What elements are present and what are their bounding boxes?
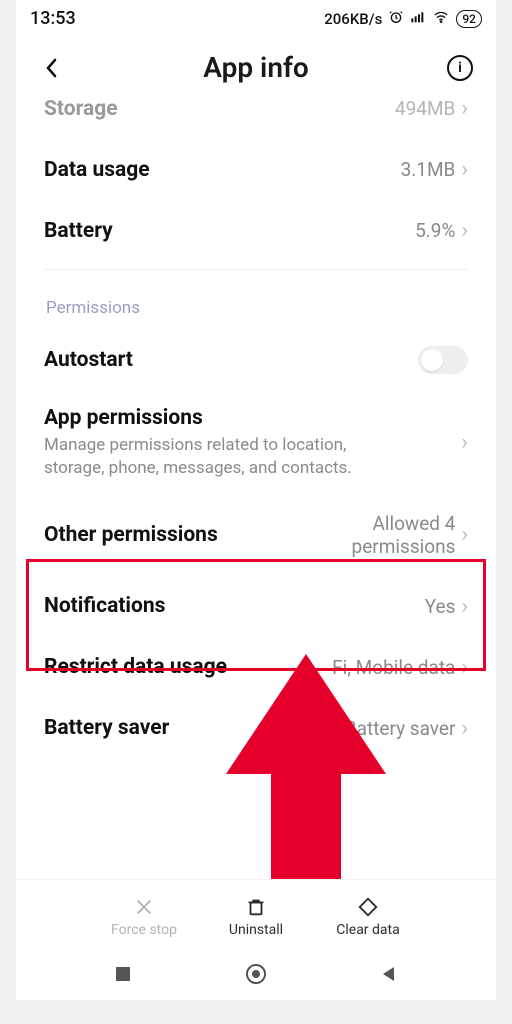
wifi-icon (432, 9, 450, 29)
status-net-speed: 206KB/s (324, 10, 382, 28)
row-value: Allowed 4 permissions (315, 512, 455, 558)
row-value: MIUI Battery saver (301, 717, 456, 740)
action-clear-data[interactable]: Clear data (330, 894, 406, 938)
signal-icon (410, 9, 426, 29)
page-title: App info (203, 51, 309, 84)
action-label: Force stop (111, 922, 177, 938)
row-value: 5.9% (415, 219, 455, 242)
section-header-permissions: Permissions (20, 270, 492, 328)
phone-frame: 13:53 206KB/s 92 App info i Storage (16, 0, 496, 1000)
nav-bar (16, 946, 496, 1000)
row-value: Fi, Mobile data (332, 656, 455, 679)
alarm-icon (388, 9, 404, 29)
row-restrict-data[interactable]: Restrict data usage Fi, Mobile data › (20, 637, 492, 698)
row-data-usage[interactable]: Data usage 3.1MB › (20, 139, 492, 200)
row-autostart[interactable]: Autostart (20, 328, 492, 392)
row-label: Notifications (44, 594, 165, 618)
row-other-permissions[interactable]: Other permissions Allowed 4 permissions … (20, 494, 492, 576)
row-label: App permissions (44, 406, 392, 430)
action-label: Clear data (336, 922, 399, 938)
status-bar: 13:53 206KB/s 92 (16, 0, 496, 33)
row-sublabel: Manage permissions related to location, … (44, 434, 392, 480)
chevron-right-icon: › (461, 218, 468, 243)
row-label: Storage (44, 97, 118, 121)
eraser-icon (356, 894, 380, 920)
nav-home-button[interactable] (242, 960, 270, 988)
action-force-stop: Force stop (106, 894, 182, 938)
chevron-right-icon: › (461, 430, 468, 455)
nav-recent-button[interactable] (109, 960, 137, 988)
action-uninstall[interactable]: Uninstall (218, 894, 294, 938)
status-right: 206KB/s 92 (324, 9, 482, 29)
content: Storage 494MB › Data usage 3.1MB › Batte… (16, 96, 496, 879)
row-label: Data usage (44, 158, 150, 182)
row-label: Other permissions (44, 523, 218, 547)
info-icon: i (447, 55, 473, 81)
action-label: Uninstall (229, 922, 283, 938)
chevron-right-icon: › (461, 716, 468, 741)
status-time: 13:53 (30, 8, 76, 29)
row-value: Yes (425, 595, 456, 618)
row-battery[interactable]: Battery 5.9% › (20, 200, 492, 261)
row-value: 3.1MB (401, 158, 456, 181)
chevron-right-icon: › (461, 655, 468, 680)
row-notifications[interactable]: Notifications Yes › (20, 576, 492, 637)
row-label: Battery (44, 219, 113, 243)
row-value: 494MB (395, 97, 455, 120)
close-icon (133, 894, 155, 920)
row-label: Autostart (44, 348, 133, 372)
nav-back-button[interactable] (375, 960, 403, 988)
title-bar: App info i (16, 33, 496, 96)
trash-icon (245, 894, 267, 920)
chevron-right-icon: › (461, 157, 468, 182)
chevron-right-icon: › (461, 522, 468, 547)
battery-icon: 92 (456, 10, 482, 28)
back-button[interactable] (38, 54, 66, 82)
chevron-right-icon: › (461, 594, 468, 619)
row-label: Restrict data usage (44, 655, 227, 679)
autostart-toggle[interactable] (418, 346, 468, 374)
row-battery-saver[interactable]: Battery saver MIUI Battery saver › (20, 698, 492, 747)
action-bar: Force stop Uninstall Clear data (16, 879, 496, 946)
row-label: Battery saver (44, 716, 169, 740)
chevron-right-icon: › (461, 96, 468, 121)
row-storage[interactable]: Storage 494MB › (20, 96, 492, 139)
info-button[interactable]: i (446, 54, 474, 82)
row-app-permissions[interactable]: App permissions Manage permissions relat… (20, 392, 492, 494)
